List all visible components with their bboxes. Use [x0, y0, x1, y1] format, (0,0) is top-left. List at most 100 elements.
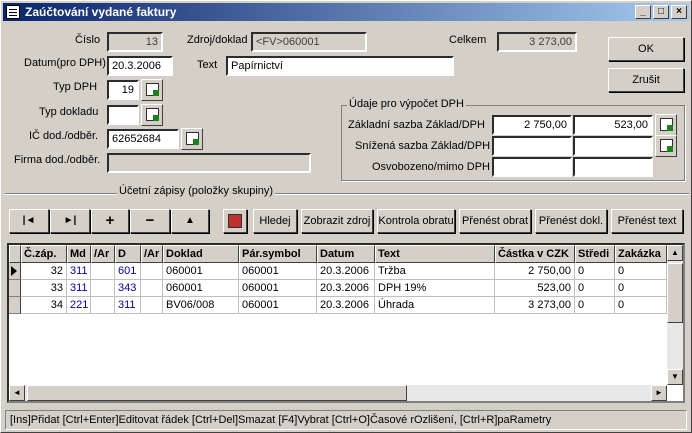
col-header-doklad[interactable]: Doklad: [163, 245, 239, 263]
zdroj-field: <FV>060001: [251, 32, 367, 52]
close-button[interactable]: ×: [671, 5, 687, 19]
col-header-datum[interactable]: Datum: [317, 245, 375, 263]
ic-field[interactable]: 62652684: [107, 129, 179, 149]
col-header-md[interactable]: Md: [67, 245, 91, 263]
osvobozeno-dph-field[interactable]: [573, 157, 653, 177]
text-field[interactable]: Papírnictví: [226, 56, 454, 76]
col-header-d[interactable]: D: [115, 245, 141, 263]
current-row-icon: [11, 266, 17, 276]
last-record-button[interactable]: ►|: [50, 209, 90, 233]
cell-datum[interactable]: 20.3.2006: [317, 280, 375, 297]
scroll-thumb[interactable]: [667, 263, 683, 323]
typdph-field[interactable]: 19: [107, 80, 139, 100]
cell-ar2[interactable]: [141, 280, 163, 297]
cell-zakazka[interactable]: 0: [615, 263, 667, 280]
cell-text[interactable]: Tržba: [375, 263, 495, 280]
typdokladu-field[interactable]: [107, 105, 139, 125]
lookup-icon: [146, 108, 159, 121]
cell-datum[interactable]: 20.3.2006: [317, 263, 375, 280]
kontrola-obratu-button[interactable]: Kontrola obratu: [377, 209, 455, 233]
add-record-button[interactable]: +: [91, 209, 129, 233]
maximize-button[interactable]: □: [653, 5, 669, 19]
cell-datum[interactable]: 20.3.2006: [317, 297, 375, 314]
scroll-up-button[interactable]: ▲: [667, 245, 683, 261]
vertical-scrollbar[interactable]: ▲ ▼: [667, 245, 683, 385]
ok-button[interactable]: OK: [608, 37, 684, 61]
osvobozeno-label: Osvobozeno/mimo DPH: [372, 161, 490, 173]
prenest-text-button[interactable]: Přenést text: [611, 209, 683, 233]
cell-castka[interactable]: 2 750,00: [495, 263, 575, 280]
cell-par[interactable]: 060001: [239, 263, 317, 280]
datum-label: Datum(pro DPH): [24, 57, 106, 69]
hscroll-thumb[interactable]: [27, 385, 407, 401]
cell-castka[interactable]: 3 273,00: [495, 297, 575, 314]
cell-d[interactable]: 311: [115, 297, 141, 314]
cell-text[interactable]: Úhrada: [375, 297, 495, 314]
tools-button[interactable]: [223, 209, 247, 233]
cell-ar1[interactable]: [91, 280, 115, 297]
horizontal-scrollbar[interactable]: ◄ ►: [9, 385, 667, 401]
scroll-left-button[interactable]: ◄: [9, 385, 25, 401]
cell-ar1[interactable]: [91, 297, 115, 314]
prenest-obrat-button[interactable]: Přenést obrat: [459, 209, 531, 233]
cell-doklad[interactable]: 060001: [163, 280, 239, 297]
col-header-ar2[interactable]: /Ar: [141, 245, 163, 263]
prenest-dokl-button[interactable]: Přenést dokl.: [535, 209, 607, 233]
cell-ar2[interactable]: [141, 297, 163, 314]
first-record-button[interactable]: |◄: [9, 209, 49, 233]
zakladni-zaklad-field[interactable]: 2 750,00: [492, 115, 572, 135]
cell-doklad[interactable]: 060001: [163, 263, 239, 280]
text-label: Text: [197, 59, 218, 71]
osvobozeno-zaklad-field[interactable]: [492, 157, 572, 177]
cell-ar1[interactable]: [91, 263, 115, 280]
cell-stred[interactable]: 0: [575, 297, 615, 314]
minimize-button[interactable]: _: [635, 5, 651, 19]
typdph-lookup-button[interactable]: [141, 79, 163, 101]
row-indicator[interactable]: [9, 280, 21, 297]
cell-zap[interactable]: 34: [21, 297, 67, 314]
move-up-button[interactable]: ▲: [171, 209, 209, 233]
cancel-button[interactable]: Zrušit: [608, 68, 684, 92]
cell-d[interactable]: 343: [115, 280, 141, 297]
cell-md[interactable]: 311: [67, 280, 91, 297]
cell-md[interactable]: 311: [67, 263, 91, 280]
zobrazit-zdroj-button[interactable]: Zobrazit zdroj: [301, 209, 373, 233]
cell-zap[interactable]: 33: [21, 280, 67, 297]
cell-doklad[interactable]: BV06/008: [163, 297, 239, 314]
cell-par[interactable]: 060001: [239, 297, 317, 314]
col-header-zap[interactable]: Č.záp.: [21, 245, 67, 263]
zakladni-calc-button[interactable]: [655, 114, 677, 136]
col-header-stred[interactable]: Středi: [575, 245, 615, 263]
cell-zakazka[interactable]: 0: [615, 280, 667, 297]
row-indicator[interactable]: [9, 263, 21, 280]
zakladni-dph-field[interactable]: 523,00: [573, 115, 653, 135]
scroll-down-button[interactable]: ▼: [667, 369, 683, 385]
col-header-par[interactable]: Pár.symbol: [239, 245, 317, 263]
cell-castka[interactable]: 523,00: [495, 280, 575, 297]
invoice-posting-window: Zaúčtování vydané faktury _ □ × Číslo 13…: [0, 0, 692, 433]
cell-stred[interactable]: 0: [575, 280, 615, 297]
typdokladu-lookup-button[interactable]: [141, 104, 163, 126]
snizena-zaklad-field[interactable]: [492, 136, 572, 156]
delete-record-button[interactable]: −: [130, 209, 170, 233]
datum-field[interactable]: 20.3.2006: [107, 56, 173, 76]
cell-par[interactable]: 060001: [239, 280, 317, 297]
cell-d[interactable]: 601: [115, 263, 141, 280]
scroll-right-button[interactable]: ►: [651, 385, 667, 401]
hledej-button[interactable]: Hledej: [253, 209, 297, 233]
cell-stred[interactable]: 0: [575, 263, 615, 280]
col-header-castka[interactable]: Částka v CZK: [495, 245, 575, 263]
entries-grid[interactable]: Č.záp. Md /Ar D /Ar Doklad Pár.symbol Da…: [7, 243, 685, 403]
col-header-text[interactable]: Text: [375, 245, 495, 263]
cell-ar2[interactable]: [141, 263, 163, 280]
ic-lookup-button[interactable]: [181, 128, 203, 150]
col-header-ar1[interactable]: /Ar: [91, 245, 115, 263]
col-header-zakazka[interactable]: Zakázka: [615, 245, 667, 263]
snizena-calc-button[interactable]: [655, 135, 677, 157]
snizena-dph-field[interactable]: [573, 136, 653, 156]
cell-text[interactable]: DPH 19%: [375, 280, 495, 297]
row-indicator[interactable]: [9, 297, 21, 314]
cell-zakazka[interactable]: 0: [615, 297, 667, 314]
cell-zap[interactable]: 32: [21, 263, 67, 280]
cell-md[interactable]: 221: [67, 297, 91, 314]
